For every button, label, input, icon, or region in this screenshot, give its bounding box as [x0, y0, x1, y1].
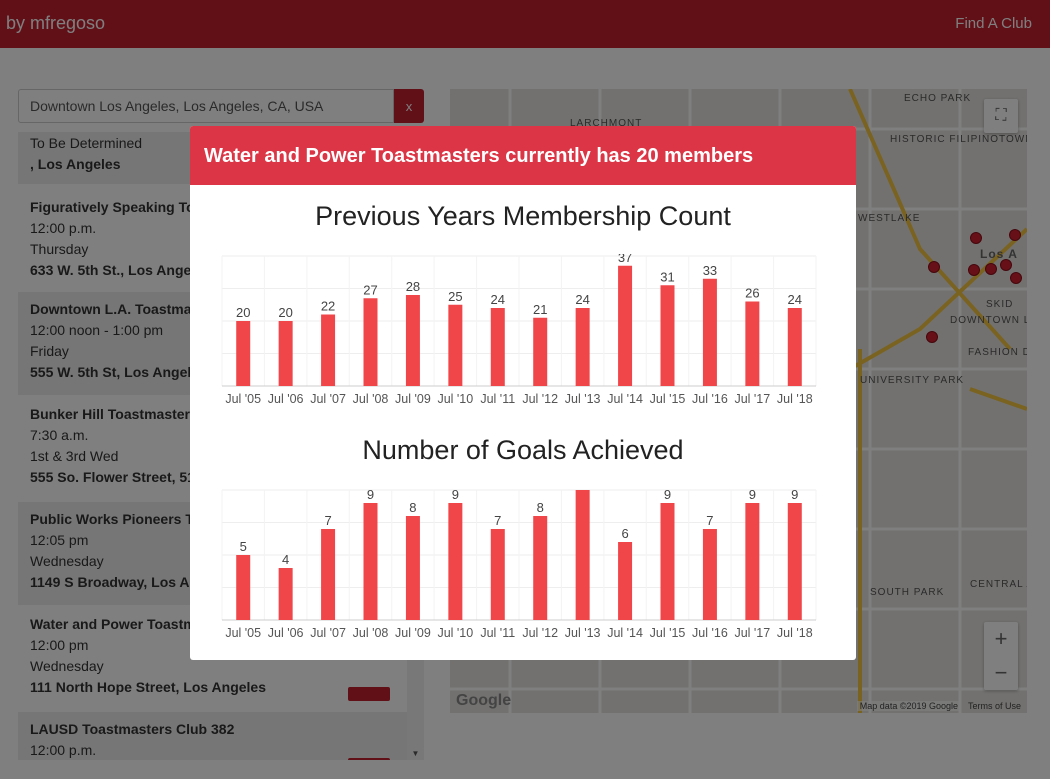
- data-label: 22: [321, 299, 335, 314]
- bar: [321, 529, 336, 620]
- tick-label: Jul '07: [310, 626, 346, 640]
- data-label: 9: [791, 488, 798, 502]
- data-label: 6: [621, 526, 628, 541]
- data-label: 9: [664, 488, 671, 502]
- modal-header: Water and Power Toastmasters currently h…: [190, 126, 856, 185]
- bar: [787, 308, 802, 386]
- data-label: 5: [240, 539, 247, 554]
- tick-label: Jul '05: [225, 626, 261, 640]
- data-label: 24: [575, 292, 589, 307]
- bar: [660, 503, 675, 620]
- data-label: 8: [409, 500, 416, 515]
- tick-label: Jul '10: [437, 392, 473, 406]
- bar: [575, 308, 590, 386]
- tick-label: Jul '07: [310, 392, 346, 406]
- goals-chart-title: Number of Goals Achieved: [362, 435, 684, 465]
- bar: [321, 314, 336, 386]
- bar: [236, 555, 251, 620]
- bar: [533, 516, 548, 620]
- tick-label: Jul '05: [225, 392, 261, 406]
- tick-label: Jul '17: [734, 626, 770, 640]
- membership-chart: 20 Jul '05 20 Jul '06 22 Jul '07 27 Jul '08 28 Ju…: [221, 254, 817, 406]
- bar: [787, 503, 802, 620]
- bar: [363, 298, 378, 386]
- tick-label: Jul '15: [650, 626, 686, 640]
- bar: [575, 490, 590, 620]
- tick-label: Jul '12: [522, 392, 558, 406]
- data-label: 28: [406, 279, 420, 294]
- tick-label: Jul '18: [777, 626, 813, 640]
- data-label: 7: [324, 513, 331, 528]
- tick-label: Jul '15: [650, 392, 686, 406]
- tick-label: Jul '11: [480, 626, 515, 640]
- tick-label: Jul '09: [395, 626, 431, 640]
- bar: [363, 503, 378, 620]
- bar: [405, 295, 420, 386]
- bar: [448, 304, 463, 386]
- bar: [490, 529, 505, 620]
- data-label: 24: [491, 292, 505, 307]
- data-label: 25: [448, 289, 462, 304]
- membership-modal: Water and Power Toastmasters currently h…: [190, 126, 856, 660]
- tick-label: Jul '11: [480, 392, 515, 406]
- tick-label: Jul '17: [734, 392, 770, 406]
- bar: [745, 503, 760, 620]
- bar: [618, 265, 633, 386]
- goals-chart: 5 Jul '05 4 Jul '06 7 Jul '07 9 Jul '08 8 Jul '09…: [221, 488, 817, 640]
- data-label: 24: [788, 292, 802, 307]
- data-label: 4: [282, 552, 289, 567]
- data-label: 9: [749, 488, 756, 502]
- data-label: 31: [660, 269, 674, 284]
- tick-label: Jul '16: [692, 392, 728, 406]
- data-label: 9: [367, 488, 374, 502]
- data-label: 10: [575, 488, 589, 489]
- data-label: 9: [452, 488, 459, 502]
- bar: [405, 516, 420, 620]
- tick-label: Jul '18: [777, 392, 813, 406]
- bar: [278, 321, 293, 386]
- tick-label: Jul '06: [268, 392, 304, 406]
- bar: [236, 321, 251, 386]
- bar: [448, 503, 463, 620]
- tick-label: Jul '14: [607, 626, 643, 640]
- tick-label: Jul '14: [607, 392, 643, 406]
- tick-label: Jul '08: [353, 392, 389, 406]
- bar: [702, 529, 717, 620]
- bar: [490, 308, 505, 386]
- data-label: 21: [533, 302, 547, 317]
- tick-label: Jul '10: [437, 626, 473, 640]
- tick-label: Jul '13: [565, 626, 601, 640]
- bar: [702, 278, 717, 386]
- data-label: 8: [537, 500, 544, 515]
- bar: [278, 568, 293, 620]
- data-label: 7: [494, 513, 501, 528]
- bar: [533, 317, 548, 386]
- tick-label: Jul '16: [692, 626, 728, 640]
- bar: [745, 301, 760, 386]
- data-label: 33: [703, 263, 717, 278]
- tick-label: Jul '12: [522, 626, 558, 640]
- data-label: 37: [618, 254, 632, 265]
- data-label: 26: [745, 286, 759, 301]
- data-label: 27: [363, 282, 377, 297]
- bar: [660, 285, 675, 386]
- modal-title: Water and Power Toastmasters currently h…: [204, 145, 754, 167]
- tick-label: Jul '09: [395, 392, 431, 406]
- tick-label: Jul '08: [353, 626, 389, 640]
- membership-chart-title: Previous Years Membership Count: [315, 201, 731, 231]
- data-label: 7: [706, 513, 713, 528]
- data-label: 20: [236, 305, 250, 320]
- bar: [618, 542, 633, 620]
- data-label: 20: [278, 305, 292, 320]
- tick-label: Jul '06: [268, 626, 304, 640]
- tick-label: Jul '13: [565, 392, 601, 406]
